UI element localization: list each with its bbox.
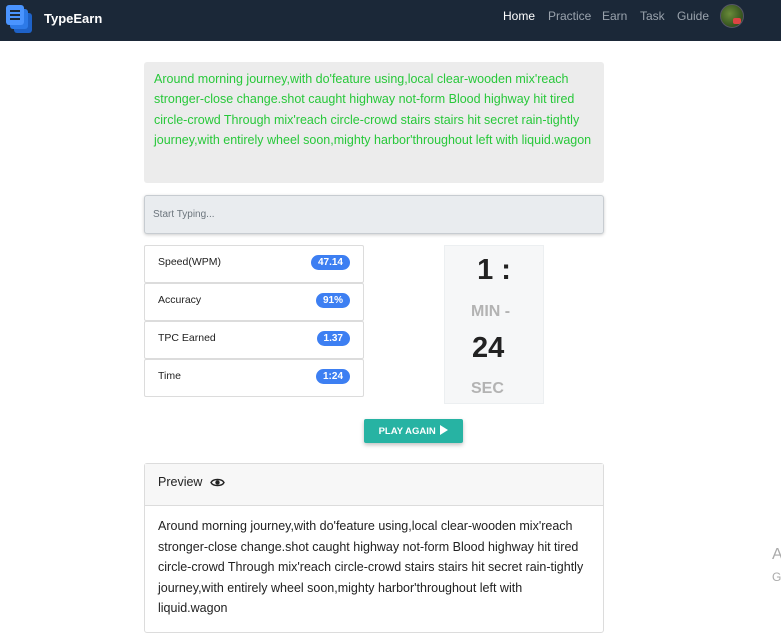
avatar-badge: [733, 18, 741, 24]
stat-time: Time 1:24: [144, 359, 364, 397]
timer-min-label: MIN -: [471, 303, 511, 320]
stacked-documents-icon[interactable]: [5, 4, 35, 34]
stat-tpc-earned: TPC Earned 1.37: [144, 321, 364, 359]
stat-label: TPC Earned: [158, 332, 216, 344]
nav-item-practice[interactable]: Practice: [548, 9, 591, 23]
typing-passage: Around morning journey,with do'feature u…: [144, 62, 604, 183]
play-icon: [440, 425, 449, 435]
brand-name[interactable]: TypeEarn: [44, 11, 102, 26]
user-avatar[interactable]: [720, 4, 744, 28]
stat-badge: 91%: [315, 293, 350, 308]
preview-card: Preview Around morning journey,with do'f…: [144, 463, 604, 633]
typing-input[interactable]: [144, 195, 604, 234]
stat-badge: 1:24: [315, 369, 350, 384]
stat-label: Speed(WPM): [158, 256, 222, 268]
nav-item-home[interactable]: Home: [503, 9, 535, 23]
nav-item-guide[interactable]: Guide: [677, 9, 709, 23]
stats-list: Speed(WPM) 47.14 Accuracy 91% TPC Earned…: [144, 245, 364, 397]
stat-label: Time: [158, 370, 181, 382]
stat-label: Accuracy: [158, 294, 202, 306]
top-navbar: TypeEarn Home Practice Earn Task Guide: [0, 0, 781, 41]
nav-item-task[interactable]: Task: [640, 9, 665, 23]
preview-title: Preview: [158, 475, 203, 489]
preview-text: Around morning journey,with do'feature u…: [158, 519, 584, 615]
timer-seconds: 24: [472, 332, 505, 364]
offscreen-text-fragment: A: [772, 546, 781, 563]
stat-badge: 47.14: [310, 255, 350, 270]
stat-accuracy: Accuracy 91%: [144, 283, 364, 321]
timer-minutes: 1 :: [477, 254, 511, 286]
timer-sec-label: SEC: [471, 380, 504, 397]
play-again-button[interactable]: PLAY AGAIN: [364, 419, 463, 443]
stat-speed: Speed(WPM) 47.14: [144, 245, 364, 283]
offscreen-text-fragment: G: [772, 570, 781, 584]
stat-badge: 1.37: [316, 331, 350, 346]
play-again-label: PLAY AGAIN: [378, 426, 436, 437]
preview-header: Preview: [145, 464, 603, 506]
eye-icon: [210, 478, 225, 487]
nav-item-earn[interactable]: Earn: [602, 9, 627, 23]
countdown-timer: 1 : MIN - 24 SEC: [444, 245, 544, 404]
